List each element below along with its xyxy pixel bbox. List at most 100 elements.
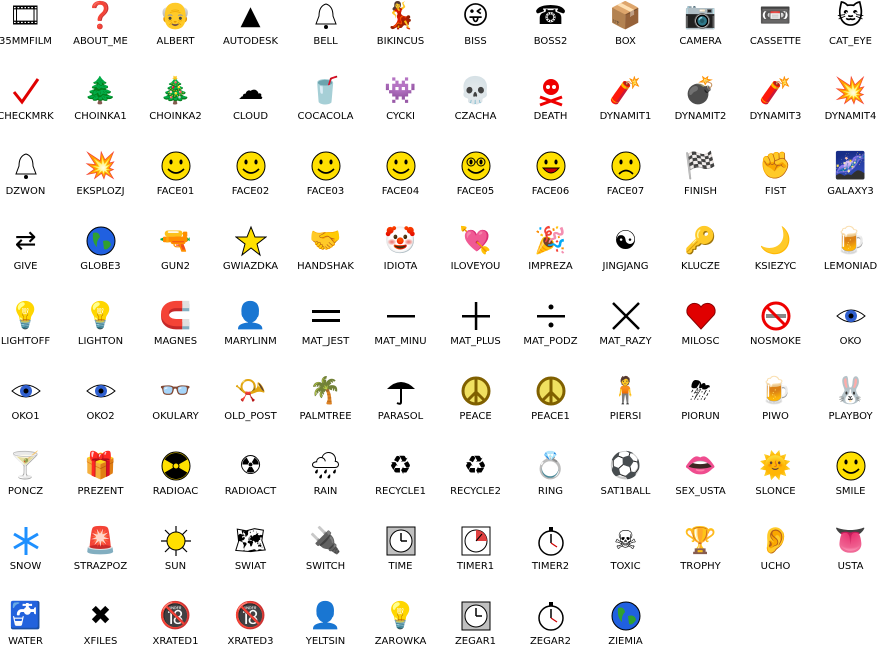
- desktop-icon-35mmfilm[interactable]: 🎞 35MMFILM: [0, 0, 63, 71]
- desktop-icon-autodesk[interactable]: ▲ AUTODESK: [213, 0, 288, 71]
- desktop-icon-yeltsin[interactable]: 👤 YELTSIN: [288, 596, 363, 671]
- desktop-icon-about_me[interactable]: ❓ ABOUT_ME: [63, 0, 138, 71]
- desktop-icon-oko1[interactable]: OKO1: [0, 371, 63, 446]
- desktop-icon-piwo[interactable]: 🍺 PIWO: [738, 371, 813, 446]
- desktop-icon-peace[interactable]: PEACE: [438, 371, 513, 446]
- desktop-icon-mat_plus[interactable]: MAT_PLUS: [438, 296, 513, 371]
- desktop-icon-piorun[interactable]: ⛈ PIORUN: [663, 371, 738, 446]
- desktop-icon-okulary[interactable]: 👓 OKULARY: [138, 371, 213, 446]
- desktop-icon-mat_razy[interactable]: MAT_RAZY: [588, 296, 663, 371]
- desktop-icon-globe3[interactable]: GLOBE3: [63, 221, 138, 296]
- desktop-icon-give[interactable]: ⇄ GIVE: [0, 221, 63, 296]
- desktop-icon-gwiazdka[interactable]: GWIAZDKA: [213, 221, 288, 296]
- desktop-icon-switch[interactable]: 🔌 SWITCH: [288, 521, 363, 596]
- desktop-icon-mat_podz[interactable]: MAT_PODZ: [513, 296, 588, 371]
- desktop-icon-choinka2[interactable]: 🎄 CHOINKA2: [138, 71, 213, 146]
- desktop-icon-handshak[interactable]: 🤝 HANDSHAK: [288, 221, 363, 296]
- desktop-icon-dynamit2[interactable]: 💣 DYNAMIT2: [663, 71, 738, 146]
- desktop-icon-gun2[interactable]: 🔫 GUN2: [138, 221, 213, 296]
- desktop-icon-face07[interactable]: FACE07: [588, 146, 663, 221]
- desktop-icon-poncz[interactable]: 🍸 PONCZ: [0, 446, 63, 521]
- desktop-icon-czacha[interactable]: 💀 CZACHA: [438, 71, 513, 146]
- desktop-icon-bell[interactable]: BELL: [288, 0, 363, 71]
- desktop-icon-face06[interactable]: FACE06: [513, 146, 588, 221]
- desktop-icon-toxic[interactable]: ☠ TOXIC: [588, 521, 663, 596]
- desktop-icon-lighton[interactable]: 💡 LIGHTON: [63, 296, 138, 371]
- desktop-icon-usta[interactable]: 👅 USTA: [813, 521, 885, 596]
- desktop-icon-finish[interactable]: 🏁 FINISH: [663, 146, 738, 221]
- desktop-icon-eksplozj[interactable]: 💥 EKSPLOZJ: [63, 146, 138, 221]
- desktop-icon-trophy[interactable]: 🏆 TROPHY: [663, 521, 738, 596]
- desktop-icon-dynamit3[interactable]: 🧨 DYNAMIT3: [738, 71, 813, 146]
- desktop-icon-death[interactable]: DEATH: [513, 71, 588, 146]
- desktop-icon-rain[interactable]: 🌧 RAIN: [288, 446, 363, 521]
- desktop-icon-face05[interactable]: FACE05: [438, 146, 513, 221]
- desktop-icon-impreza[interactable]: 🎉 IMPREZA: [513, 221, 588, 296]
- desktop-icon-klucze[interactable]: 🔑 KLUCZE: [663, 221, 738, 296]
- desktop-icon-peace1[interactable]: PEACE1: [513, 371, 588, 446]
- desktop-icon-mat_jest[interactable]: MAT_JEST: [288, 296, 363, 371]
- desktop-icon-dzwon[interactable]: DZWON: [0, 146, 63, 221]
- desktop-icon-camera[interactable]: 📷 CAMERA: [663, 0, 738, 71]
- desktop-icon-albert[interactable]: 👴 ALBERT: [138, 0, 213, 71]
- desktop-icon-face04[interactable]: FACE04: [363, 146, 438, 221]
- desktop-icon-radioac[interactable]: RADIOAC: [138, 446, 213, 521]
- desktop-icon-lightoff[interactable]: 💡 LIGHTOFF: [0, 296, 63, 371]
- desktop-icon-zegar2[interactable]: ZEGAR2: [513, 596, 588, 671]
- desktop-icon-magnes[interactable]: 🧲 MAGNES: [138, 296, 213, 371]
- desktop-icon-oko2[interactable]: OKO2: [63, 371, 138, 446]
- desktop-icon-water[interactable]: 🚰 WATER: [0, 596, 63, 671]
- desktop-icon-radioact[interactable]: ☢ RADIOACT: [213, 446, 288, 521]
- desktop-icon-cocacola[interactable]: 🥤 COCACOLA: [288, 71, 363, 146]
- desktop-icon-cat_eye[interactable]: 🐱 CAT_EYE: [813, 0, 885, 71]
- desktop-icon-recycle1[interactable]: ♻ RECYCLE1: [363, 446, 438, 521]
- desktop-icon-time[interactable]: TIME: [363, 521, 438, 596]
- desktop-icon-checkmrk[interactable]: CHECKMRK: [0, 71, 63, 146]
- desktop-icon-nosmoke[interactable]: NOSMOKE: [738, 296, 813, 371]
- desktop-icon-biss[interactable]: 😜 BISS: [438, 0, 513, 71]
- desktop-icon-lemoniad[interactable]: 🍺 LEMONIAD: [813, 221, 885, 296]
- desktop-icon-marylinm[interactable]: 👤 MARYLINM: [213, 296, 288, 371]
- desktop-icon-zegar1[interactable]: ZEGAR1: [438, 596, 513, 671]
- desktop-icon-old_post[interactable]: 📯 OLD_POST: [213, 371, 288, 446]
- desktop-icon-swiat[interactable]: 🗺 SWIAT: [213, 521, 288, 596]
- desktop-icon-sun[interactable]: SUN: [138, 521, 213, 596]
- desktop-icon-playboy[interactable]: 🐰 PLAYBOY: [813, 371, 885, 446]
- desktop-icon-slonce[interactable]: 🌞 SLONCE: [738, 446, 813, 521]
- desktop-icon-fist[interactable]: ✊ FIST: [738, 146, 813, 221]
- desktop-icon-mat_minu[interactable]: MAT_MINU: [363, 296, 438, 371]
- desktop-icon-sex_usta[interactable]: 👄 SEX_USTA: [663, 446, 738, 521]
- desktop-icon-cloud[interactable]: ☁ CLOUD: [213, 71, 288, 146]
- desktop-icon-face02[interactable]: FACE02: [213, 146, 288, 221]
- desktop-icon-smile[interactable]: SMILE: [813, 446, 885, 521]
- desktop-icon-strazpoz[interactable]: 🚨 STRAZPOZ: [63, 521, 138, 596]
- desktop-icon-box[interactable]: 📦 BOX: [588, 0, 663, 71]
- desktop-icon-xrated1[interactable]: 🔞 XRATED1: [138, 596, 213, 671]
- desktop-icon-dynamit4[interactable]: 💥 DYNAMIT4: [813, 71, 885, 146]
- desktop-icon-prezent[interactable]: 🎁 PREZENT: [63, 446, 138, 521]
- desktop-icon-cassette[interactable]: 📼 CASSETTE: [738, 0, 813, 71]
- desktop-icon-idiota[interactable]: 🤡 IDIOTA: [363, 221, 438, 296]
- desktop-icon-timer1[interactable]: TIMER1: [438, 521, 513, 596]
- desktop-icon-jingjang[interactable]: ☯ JINGJANG: [588, 221, 663, 296]
- desktop-icon-palmtree[interactable]: 🌴 PALMTREE: [288, 371, 363, 446]
- desktop-icon-parasol[interactable]: PARASOL: [363, 371, 438, 446]
- desktop-icon-cycki[interactable]: 👾 CYCKI: [363, 71, 438, 146]
- desktop-icon-ksiezyc[interactable]: 🌙 KSIEZYC: [738, 221, 813, 296]
- desktop-icon-dynamit1[interactable]: 🧨 DYNAMIT1: [588, 71, 663, 146]
- desktop-icon-boss2[interactable]: ☎ BOSS2: [513, 0, 588, 71]
- desktop-icon-xfiles[interactable]: ✖ XFILES: [63, 596, 138, 671]
- desktop-icon-xrated3[interactable]: 🔞 XRATED3: [213, 596, 288, 671]
- desktop-icon-face03[interactable]: FACE03: [288, 146, 363, 221]
- desktop-icon-galaxy3[interactable]: 🌌 GALAXY3: [813, 146, 885, 221]
- desktop-icon-face01[interactable]: FACE01: [138, 146, 213, 221]
- desktop-icon-timer2[interactable]: TIMER2: [513, 521, 588, 596]
- desktop-icon-recycle2[interactable]: ♻ RECYCLE2: [438, 446, 513, 521]
- desktop-icon-choinka1[interactable]: 🌲 CHOINKA1: [63, 71, 138, 146]
- desktop-icon-milosc[interactable]: MILOSC: [663, 296, 738, 371]
- desktop-icon-sat1ball[interactable]: ⚽ SAT1BALL: [588, 446, 663, 521]
- desktop-icon-iloveyou[interactable]: 💘 ILOVEYOU: [438, 221, 513, 296]
- desktop-icon-piersi[interactable]: 🧍 PIERSI: [588, 371, 663, 446]
- desktop-icon-snow[interactable]: SNOW: [0, 521, 63, 596]
- desktop-icon-zarowka[interactable]: 💡 ZAROWKA: [363, 596, 438, 671]
